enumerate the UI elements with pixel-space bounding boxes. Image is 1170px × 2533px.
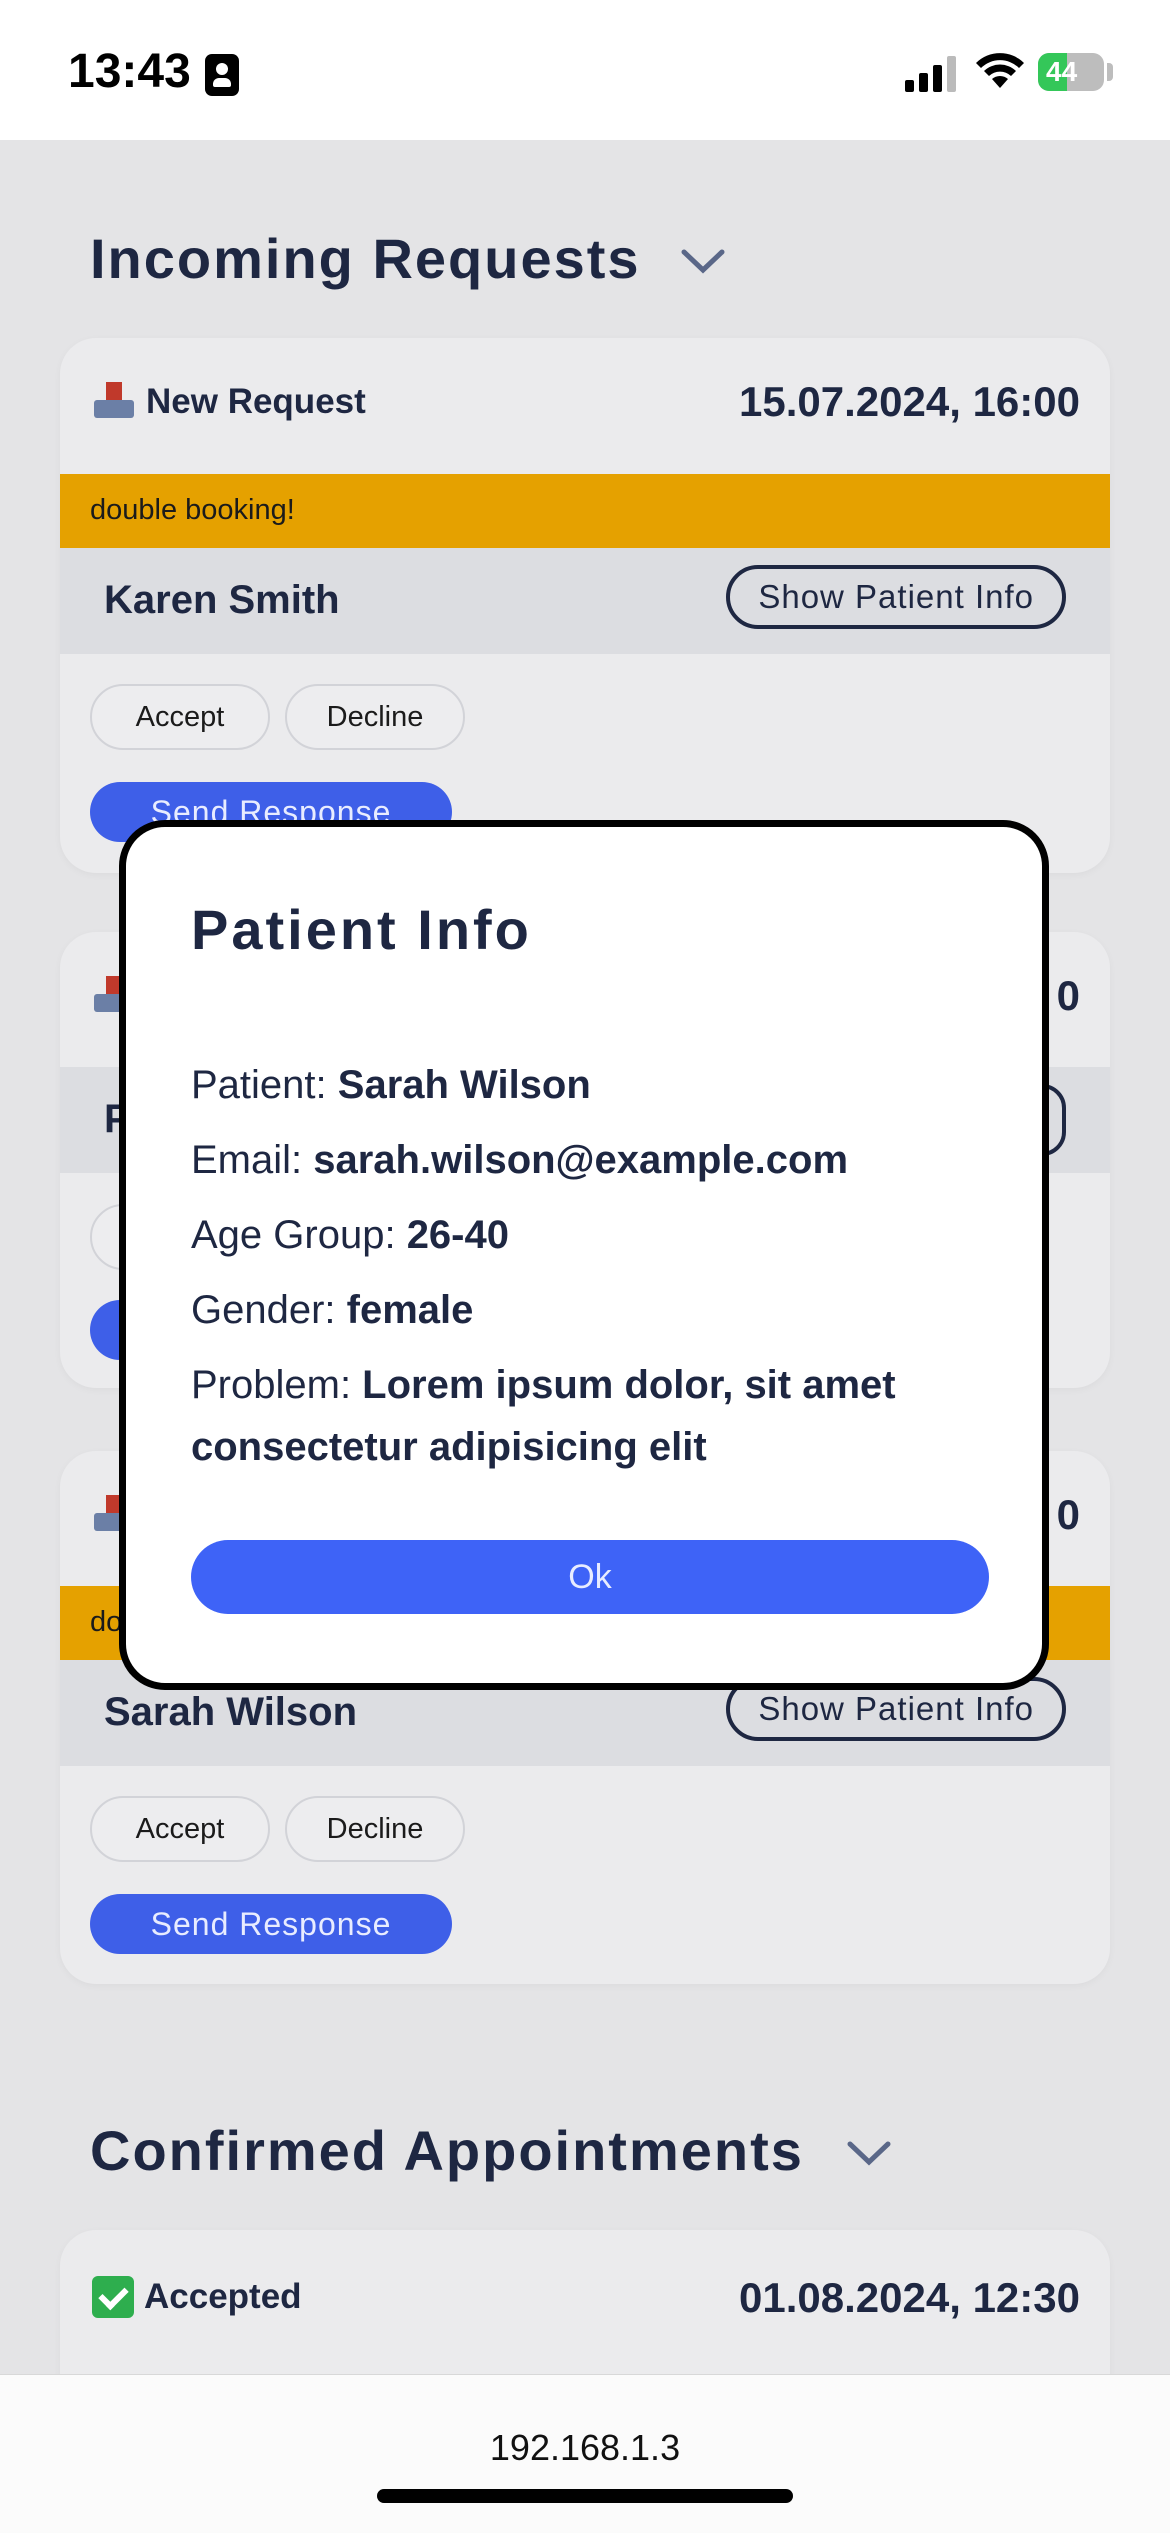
inbox-tray-icon: [92, 382, 136, 422]
patient-row: Karen Smith Show Patient Info: [60, 548, 1110, 654]
incoming-requests-title: Incoming Requests: [90, 227, 641, 290]
signal-icon: [905, 56, 959, 92]
accept-button[interactable]: Accept: [90, 684, 270, 750]
email-label: Email:: [191, 1138, 314, 1182]
decline-button[interactable]: Decline: [285, 1796, 465, 1862]
email-field: Email: sarah.wilson@example.com: [191, 1129, 991, 1191]
confirmed-appointments-title: Confirmed Appointments: [90, 2119, 804, 2182]
modal-title: Patient Info: [191, 898, 532, 961]
check-mark-icon: [92, 2276, 134, 2318]
appointment-date: 01.08.2024, 12:30: [739, 2274, 1080, 2321]
status-bar: 13:43 44: [0, 0, 1170, 140]
age-value: 26-40: [406, 1213, 509, 1257]
request-date: 0: [1056, 972, 1080, 1019]
incoming-chevron-down-icon[interactable]: [680, 246, 726, 276]
email-value: sarah.wilson@example.com: [313, 1138, 849, 1182]
contact-badge-icon: [205, 54, 239, 96]
show-patient-info-button[interactable]: Show Patient Info: [726, 565, 1066, 629]
gender-label: Gender:: [191, 1288, 347, 1332]
battery-icon: 44: [1038, 53, 1104, 91]
home-indicator[interactable]: [377, 2489, 793, 2503]
problem-label: Problem:: [191, 1363, 363, 1407]
accept-button[interactable]: Accept: [90, 1796, 270, 1862]
battery-level: 44: [1046, 56, 1078, 87]
status-label: New Request: [146, 382, 366, 421]
gender-value: female: [346, 1288, 474, 1332]
age-label: Age Group:: [191, 1213, 407, 1257]
patient-label: Patient:: [191, 1063, 338, 1107]
decline-button[interactable]: Decline: [285, 684, 465, 750]
warning-banner: double booking!: [60, 474, 1110, 548]
gender-field: Gender: female: [191, 1279, 991, 1341]
problem-field: Problem: Lorem ipsum dolor, sit amet con…: [191, 1354, 991, 1478]
patient-info-modal: Patient Info Patient: Sarah Wilson Email…: [119, 820, 1049, 1690]
patient-name: Sarah Wilson: [104, 1690, 358, 1734]
warning-text: double booking!: [90, 494, 295, 526]
wifi-icon: [976, 53, 1024, 88]
ok-button[interactable]: Ok: [191, 1540, 989, 1614]
patient-field: Patient: Sarah Wilson: [191, 1054, 991, 1116]
browser-address-bar[interactable]: 192.168.1.3: [0, 2374, 1170, 2533]
url-text[interactable]: 192.168.1.3: [0, 2427, 1170, 2469]
confirmed-chevron-down-icon[interactable]: [846, 2138, 892, 2168]
request-card: New Request 15.07.2024, 16:00 double boo…: [60, 338, 1110, 873]
patient-value: Sarah Wilson: [337, 1063, 591, 1107]
appointment-status: Accepted: [92, 2276, 302, 2318]
age-group-field: Age Group: 26-40: [191, 1204, 991, 1266]
patient-name: Karen Smith: [104, 578, 340, 622]
request-status: New Request: [92, 382, 366, 422]
send-response-button[interactable]: Send Response: [90, 1894, 452, 1954]
request-date: 15.07.2024, 16:00: [739, 378, 1080, 425]
status-time: 13:43: [68, 45, 191, 98]
warning-text: do: [90, 1606, 123, 1638]
status-label: Accepted: [144, 2277, 302, 2316]
request-date: 0: [1056, 1491, 1080, 1538]
